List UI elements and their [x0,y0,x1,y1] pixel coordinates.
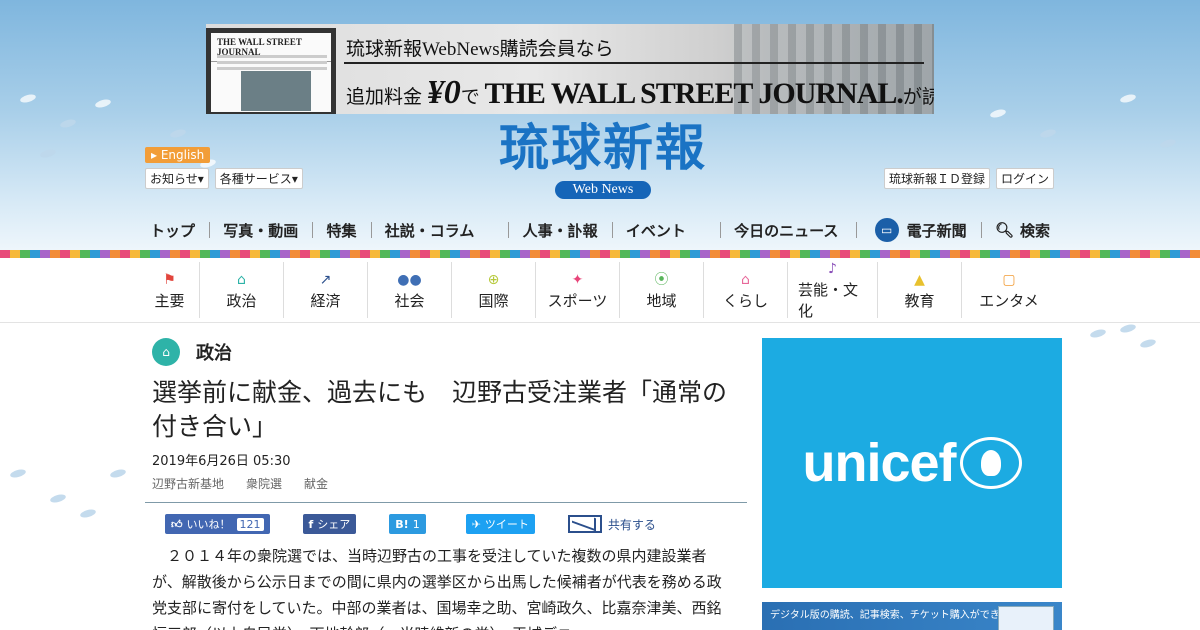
notices-dropdown[interactable]: お知らせ▾ [145,168,209,189]
unicef-logo-text: unicef [802,433,956,493]
screen-image [998,606,1054,630]
nav-feature[interactable]: 特集 [327,220,357,241]
article-tags: 辺野古新基地 衆院選 献金 [152,475,328,492]
category-economy[interactable]: ↗ 経済 [284,262,368,318]
logo-subtitle: Web News [554,181,652,199]
nav-personnel[interactable]: 人事・訃報 [523,220,598,241]
fish-decoration [169,128,187,139]
flag-icon: ⚑ [163,271,176,288]
sanshin-icon: ♪ [828,261,837,277]
article-headline: 選挙前に献金、過去にも 辺野古受注業者「通常の付き合い」 [152,378,728,441]
tweet-button[interactable]: ✈ ツイート [465,514,535,534]
english-button[interactable]: ▸ English [145,147,211,163]
section-header: ⌂ 政治 [152,338,232,366]
divider [145,502,747,503]
pin-icon: ⦿ [654,271,669,288]
globe-icon: ⊕ [487,271,500,288]
nav-photo-video[interactable]: 写真・動画 [223,220,298,241]
hatena-count: 1 [412,517,420,531]
nav-event[interactable]: イベント [626,220,686,241]
category-nav: ⚑ 主要 ⌂ 政治 ↗ 経済 ●● 社会 ⊕ 国際 ✦ スポーツ ⦿ 地域 ⌂ くらし ♪ 芸能・… [140,261,1056,320]
thumbs-up-icon: 👍︎ [171,517,183,531]
fish-decoration [1089,328,1107,339]
fish-decoration [94,98,112,109]
chart-icon: ↗ [319,271,332,288]
fish-decoration [79,508,97,519]
caret-down-icon: ▾ [197,172,204,186]
twitter-icon: ✈ [471,517,481,531]
logo-name: 琉球新報 [499,118,707,177]
people-icon: ●● [397,271,422,288]
section-name[interactable]: 政治 [196,339,232,365]
tag-link[interactable]: 衆院選 [246,475,282,492]
nav-e-paper[interactable]: ▭ 電子新聞 [874,218,967,242]
nav-todays-news[interactable]: 今日のニュース [734,220,838,241]
share-bar: 👍︎ いいね！ 121 f シェア B! 1 ✈ ツイート 共有する [165,514,656,534]
category-culture[interactable]: ♪ 芸能・文化 [788,261,878,320]
envelope-icon [567,515,602,533]
fish-decoration [1119,93,1137,104]
search-icon: 🔍︎ [994,221,1014,239]
unicef-emblem-icon [959,437,1022,489]
site-logo[interactable]: 琉球新報 Web News [453,118,753,199]
category-sports[interactable]: ✦ スポーツ [536,262,620,318]
facebook-share-button[interactable]: f シェア [302,514,357,534]
hatena-icon: B! [395,517,409,531]
fish-decoration [1159,138,1177,149]
category-region[interactable]: ⦿ 地域 [620,262,704,318]
fish-decoration [59,118,77,129]
tv-icon: ▢ [1002,271,1016,288]
house-icon: ⌂ [741,271,750,288]
category-life[interactable]: ⌂ くらし [704,262,788,318]
fish-decoration [39,148,57,159]
banner-line1: 琉球新報WebNews購読会員なら [346,39,614,60]
article-date: 2019年6月26日 05:30 [152,454,291,469]
nav-search[interactable]: 🔍︎ 検索 [995,220,1050,241]
fish-decoration [1139,338,1157,349]
tag-link[interactable]: 献金 [304,475,328,492]
unicef-ad[interactable]: unicef [762,338,1062,588]
divider [0,322,1200,323]
pattern-strip [0,250,1200,258]
category-education[interactable]: ▲ 教育 [878,262,962,318]
fish-decoration [1119,323,1137,334]
mortarboard-icon: ▲ [914,271,925,288]
article-body: ２０１４年の衆院選では、当時辺野古の工事を受注していた複数の県内建設業者が、解散… [152,547,722,630]
fish-decoration [1039,128,1057,139]
main-nav: トップ 写真・動画 特集 社説・コラム 人事・訃報 イベント 今日のニュース ▭… [150,216,1050,244]
nav-top[interactable]: トップ [150,220,195,241]
parliament-icon: ⌂ [237,271,246,288]
category-international[interactable]: ⊕ 国際 [452,262,536,318]
fish-decoration [19,93,37,104]
share-button[interactable]: 共有する [567,515,656,533]
wsj-banner-ad[interactable]: THE WALL STREET JOURNAL 琉球新報WebNews購読会員な… [206,24,934,114]
tag-link[interactable]: 辺野古新基地 [152,475,224,492]
category-entertainment[interactable]: ▢ エンタメ [962,262,1056,318]
fish-decoration [9,468,27,479]
hatena-bookmark-button[interactable]: B! 1 [389,514,426,534]
category-politics[interactable]: ⌂ 政治 [200,262,284,318]
digital-edition-ad[interactable]: デジタル版の購読、記事検索、チケット購入ができる [762,602,1062,630]
facebook-icon: f [308,517,314,531]
digital-ad-text: デジタル版の購読、記事検索、チケット購入ができる [770,610,1010,621]
login-button[interactable]: ログイン [995,168,1054,189]
laptop-image: THE WALL STREET JOURNAL [206,28,336,114]
banner-line2: 追加料金 ¥0で THE WALL STREET JOURNAL.が読める [346,74,934,111]
nav-editorial[interactable]: 社説・コラム [385,220,475,241]
parliament-icon: ⌂ [152,338,180,366]
fish-decoration [49,493,67,504]
category-main[interactable]: ⚑ 主要 [140,262,200,318]
fish-decoration [989,108,1007,119]
facebook-like-button[interactable]: 👍︎ いいね！ 121 [165,514,270,534]
runner-icon: ✦ [571,271,584,288]
fish-decoration [109,468,127,479]
category-society[interactable]: ●● 社会 [368,262,452,318]
e-paper-icon: ▭ [874,218,899,242]
caret-down-icon: ▾ [291,172,298,186]
like-count: 121 [236,517,264,531]
id-register-button[interactable]: 琉球新報ＩＤ登録 [883,168,990,189]
services-dropdown[interactable]: 各種サービス▾ [214,168,303,189]
